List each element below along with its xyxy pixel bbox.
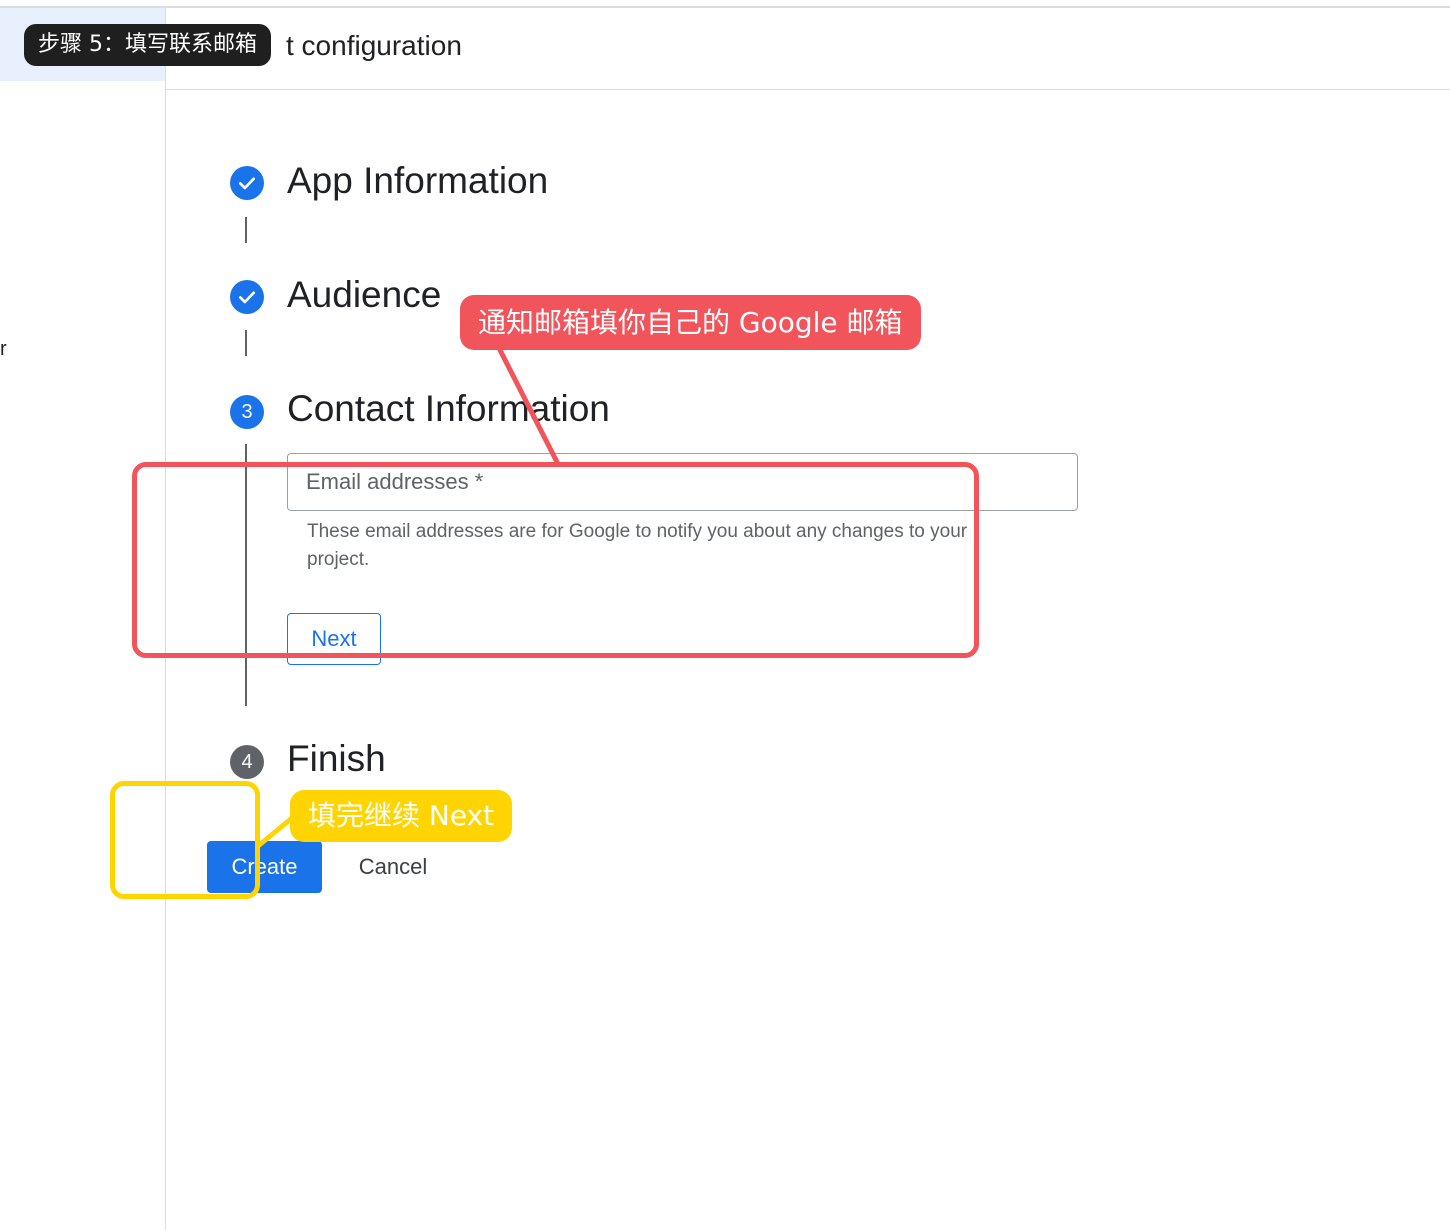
callout-email-tip: 通知邮箱填你自己的 Google 邮箱 [460,295,921,350]
highlight-box-create [110,781,260,899]
callout-next-tip: 填完继续 Next [290,790,513,842]
highlight-box-contact-form [132,462,979,658]
